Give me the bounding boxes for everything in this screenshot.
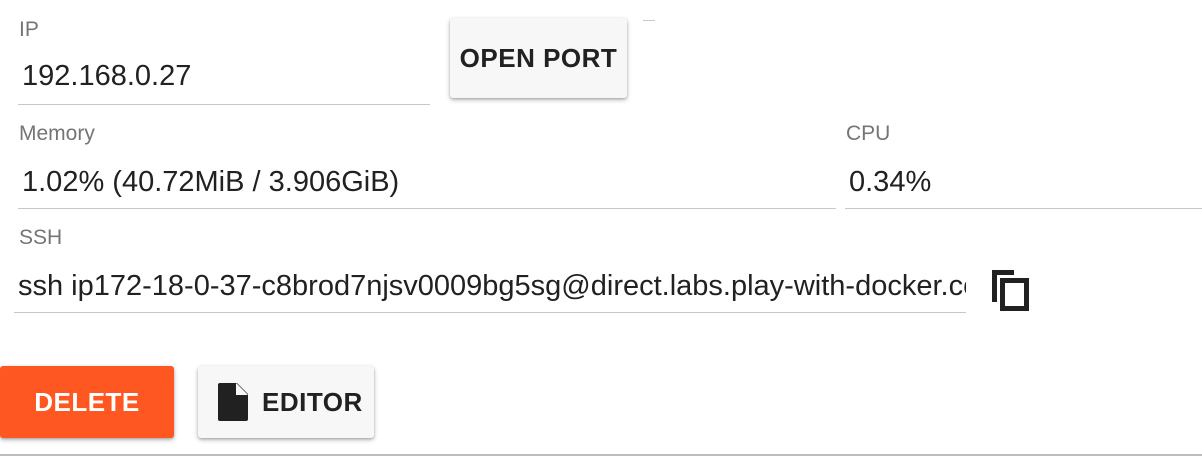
memory-label: Memory bbox=[19, 122, 95, 145]
file-icon bbox=[218, 383, 248, 421]
cpu-field: CPU bbox=[845, 120, 1202, 210]
open-port-label: OPEN PORT bbox=[459, 42, 618, 73]
open-port-button[interactable]: OPEN PORT bbox=[450, 18, 627, 98]
memory-field: Memory bbox=[18, 120, 836, 210]
delete-button[interactable]: DELETE bbox=[0, 366, 174, 438]
ip-field: IP bbox=[18, 16, 430, 106]
bottom-divider bbox=[0, 454, 1202, 456]
editor-label: EDITOR bbox=[262, 386, 363, 417]
divider-dash bbox=[643, 20, 655, 21]
cpu-label: CPU bbox=[846, 122, 891, 145]
ssh-field: SSH bbox=[14, 224, 966, 314]
ip-underline bbox=[18, 104, 430, 105]
copy-icon[interactable] bbox=[988, 266, 1032, 314]
memory-input[interactable] bbox=[22, 162, 836, 202]
memory-underline bbox=[18, 208, 836, 209]
ip-label: IP bbox=[19, 18, 39, 41]
ssh-underline bbox=[14, 312, 966, 313]
ssh-input[interactable] bbox=[18, 266, 966, 306]
ssh-label: SSH bbox=[19, 226, 63, 249]
instance-details-panel: IP OPEN PORT Memory CPU SSH DELETE bbox=[0, 0, 1202, 458]
cpu-underline bbox=[845, 208, 1202, 209]
delete-label: DELETE bbox=[34, 386, 140, 417]
editor-button[interactable]: EDITOR bbox=[198, 366, 374, 438]
ip-input[interactable] bbox=[22, 56, 430, 96]
cpu-input[interactable] bbox=[849, 162, 1202, 202]
